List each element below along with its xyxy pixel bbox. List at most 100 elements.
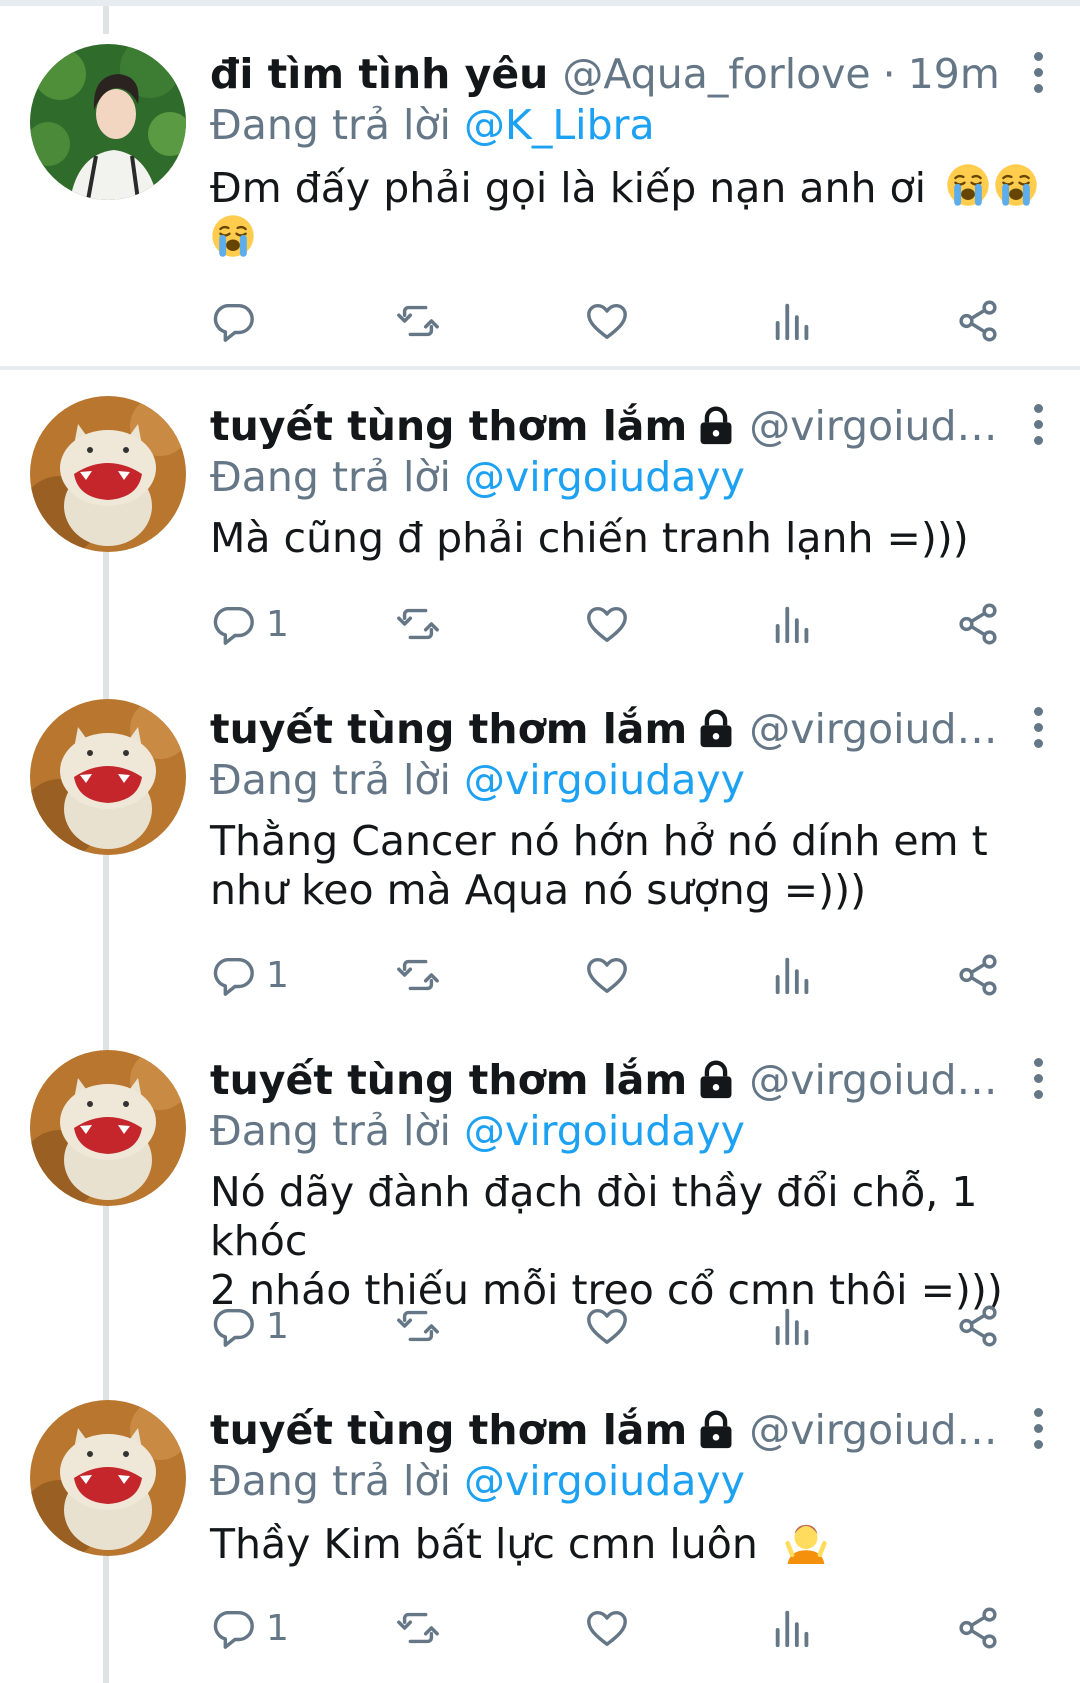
display-name[interactable]: tuyết tùng thơm lắm — [210, 703, 687, 755]
tweet-header: tuyết tùng thơm lắm @virgoiudayy — [210, 1054, 1050, 1106]
reply-mention[interactable]: @virgoiudayy — [464, 1457, 745, 1505]
reply-icon — [210, 601, 256, 647]
share-icon — [955, 601, 1001, 647]
more-options-icon[interactable] — [1026, 52, 1050, 96]
reply-button[interactable]: 1 — [210, 1600, 289, 1656]
tweet-text: Đm đấy phải gọi là kiếp nạn anh ơi — [210, 162, 1050, 264]
retweet-button[interactable] — [395, 947, 441, 1003]
user-handle[interactable]: @virgoiudayy — [749, 1404, 1001, 1456]
reply-icon — [210, 1303, 256, 1349]
reply-button[interactable] — [210, 293, 266, 349]
tweet-text-body: Đm đấy phải gọi là kiếp nạn anh ơi — [210, 164, 926, 212]
retweet-button[interactable] — [395, 1600, 441, 1656]
reply-icon — [210, 298, 256, 344]
analytics-button[interactable] — [770, 293, 816, 349]
more-options-icon[interactable] — [1026, 1408, 1050, 1452]
share-button[interactable] — [955, 1298, 1001, 1354]
user-handle[interactable]: @virgoiudayy — [749, 400, 1001, 452]
like-button[interactable] — [584, 596, 630, 652]
reply-count: 1 — [266, 954, 289, 996]
top-border — [0, 0, 1080, 6]
like-button[interactable] — [584, 1298, 630, 1354]
reply-mention[interactable]: @virgoiudayy — [464, 1107, 745, 1155]
tweet-divider — [0, 366, 1080, 370]
reply-prefix: Đang trả lời — [210, 453, 451, 501]
display-name[interactable]: đi tìm tình yêu — [210, 48, 548, 100]
crying-face-icon — [945, 162, 991, 208]
user-handle[interactable]: @virgoiudayy — [749, 1054, 1001, 1106]
user-handle[interactable]: @Aqua_forlove — [562, 48, 870, 100]
stats-icon — [770, 1303, 816, 1349]
like-button[interactable] — [584, 1600, 630, 1656]
more-options-icon[interactable] — [1026, 1058, 1050, 1102]
heart-icon — [584, 952, 630, 998]
crying-face-icon — [993, 162, 1039, 208]
share-button[interactable] — [955, 293, 1001, 349]
reply-prefix: Đang trả lời — [210, 756, 451, 804]
reply-mention[interactable]: @K_Libra — [464, 101, 655, 149]
action-bar — [210, 293, 1010, 349]
reply-button[interactable]: 1 — [210, 596, 289, 652]
share-button[interactable] — [955, 596, 1001, 652]
reply-mention[interactable]: @virgoiudayy — [464, 453, 745, 501]
heart-icon — [584, 601, 630, 647]
tweet-text: Nó dãy đành đạch đòi thầy đổi chỗ, 1 khó… — [210, 1168, 1050, 1315]
analytics-button[interactable] — [770, 947, 816, 1003]
retweet-button[interactable] — [395, 1298, 441, 1354]
reply-button[interactable]: 1 — [210, 947, 289, 1003]
crying-face-icon — [210, 213, 256, 259]
avatar[interactable] — [30, 699, 186, 855]
avatar[interactable] — [30, 396, 186, 552]
tweet-text-line: như keo mà Aqua nó sượng =))) — [210, 866, 867, 914]
heart-icon — [584, 1605, 630, 1651]
reply-prefix: Đang trả lời — [210, 1107, 451, 1155]
heart-icon — [584, 298, 630, 344]
display-name[interactable]: tuyết tùng thơm lắm — [210, 400, 687, 452]
reply-count: 1 — [266, 603, 289, 645]
timestamp[interactable]: 19m — [908, 48, 1000, 100]
tweet-text-line: Nó dãy đành đạch đòi thầy đổi chỗ, 1 khó… — [210, 1168, 978, 1265]
retweet-icon — [395, 1605, 441, 1651]
action-bar: 1 — [210, 947, 1010, 1003]
share-icon — [955, 298, 1001, 344]
action-bar: 1 — [210, 596, 1010, 652]
lock-icon — [697, 709, 735, 749]
action-bar: 1 — [210, 1298, 1010, 1354]
tweet-header: đi tìm tình yêu @Aqua_forlove · 19m — [210, 48, 1050, 100]
reply-prefix: Đang trả lời — [210, 101, 451, 149]
analytics-button[interactable] — [770, 1298, 816, 1354]
analytics-button[interactable] — [770, 596, 816, 652]
like-button[interactable] — [584, 947, 630, 1003]
lock-icon — [697, 1060, 735, 1100]
more-options-icon[interactable] — [1026, 707, 1050, 751]
retweet-icon — [395, 298, 441, 344]
stats-icon — [770, 1605, 816, 1651]
analytics-button[interactable] — [770, 1600, 816, 1656]
display-name[interactable]: tuyết tùng thơm lắm — [210, 1054, 687, 1106]
retweet-button[interactable] — [395, 293, 441, 349]
avatar[interactable] — [30, 1050, 186, 1206]
tweet-text-body: Thầy Kim bất lực cmn luôn — [210, 1520, 758, 1568]
retweet-icon — [395, 952, 441, 998]
reply-context: Đang trả lời @virgoiudayy — [210, 755, 1050, 805]
share-button[interactable] — [955, 1600, 1001, 1656]
separator-dot: · — [882, 50, 896, 98]
share-button[interactable] — [955, 947, 1001, 1003]
tweet-text: Mà cũng đ phải chiến tranh lạnh =))) — [210, 514, 969, 562]
user-handle[interactable]: @virgoiudayy — [749, 703, 1001, 755]
reply-count: 1 — [266, 1305, 289, 1347]
person-shrugging-icon — [783, 1518, 829, 1564]
retweet-button[interactable] — [395, 596, 441, 652]
heart-icon — [584, 1303, 630, 1349]
reply-prefix: Đang trả lời — [210, 1457, 451, 1505]
lock-icon — [697, 1410, 735, 1450]
like-button[interactable] — [584, 293, 630, 349]
reply-button[interactable]: 1 — [210, 1298, 289, 1354]
reply-mention[interactable]: @virgoiudayy — [464, 756, 745, 804]
display-name[interactable]: tuyết tùng thơm lắm — [210, 1404, 687, 1456]
avatar[interactable] — [30, 44, 186, 200]
avatar[interactable] — [30, 1400, 186, 1556]
share-icon — [955, 1303, 1001, 1349]
action-bar: 1 — [210, 1600, 1010, 1656]
more-options-icon[interactable] — [1026, 404, 1050, 448]
